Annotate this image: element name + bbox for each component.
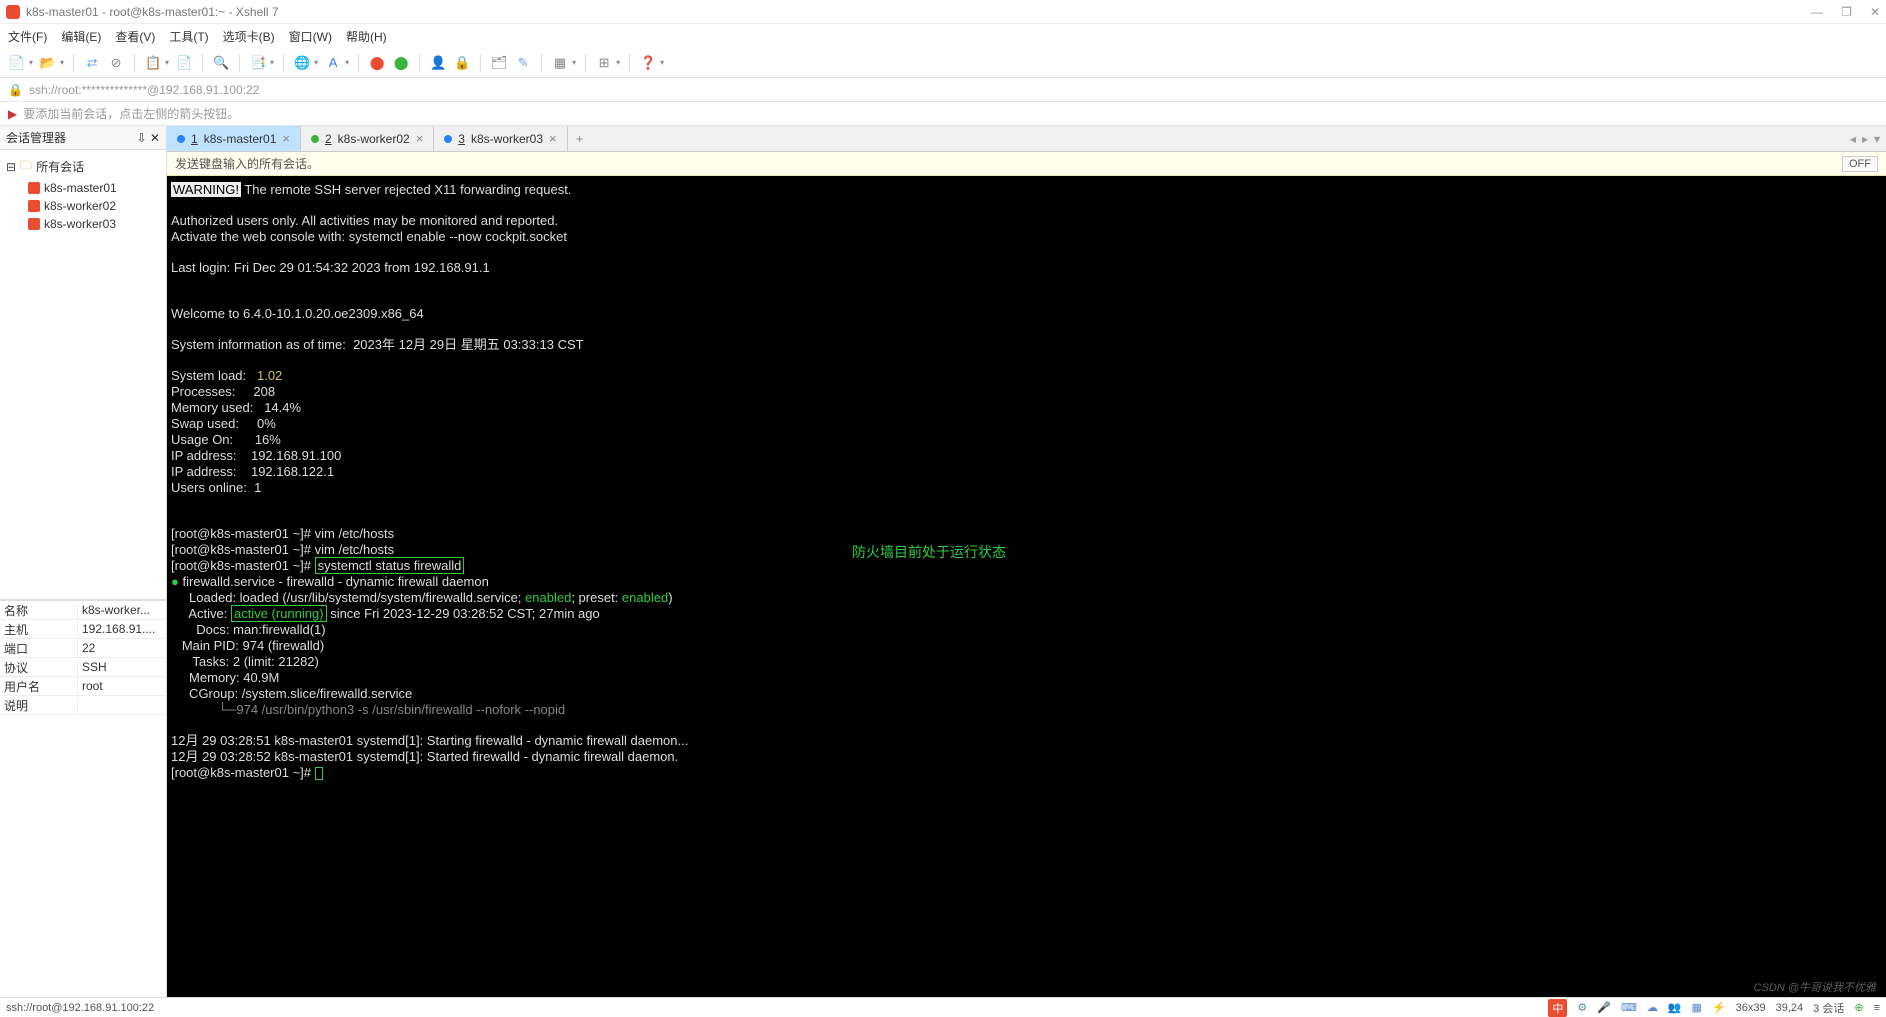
status-bar: ssh://root@192.168.91.100:22 中 ⚙ 🎤 ⌨ ☁ 👥… xyxy=(0,997,1886,1017)
settings-icon[interactable]: ⚡ xyxy=(1712,1001,1726,1014)
warning-tag: WARNING! xyxy=(171,182,241,197)
menu-file[interactable]: 文件(F) xyxy=(8,28,47,45)
bullet-icon: ● xyxy=(171,574,179,589)
tab-menu-icon[interactable]: ▾ xyxy=(1874,132,1880,146)
menu-tools[interactable]: 工具(T) xyxy=(169,28,208,45)
address-text: ssh://root:**************@192.168.91.100… xyxy=(29,83,259,97)
session-count: 3 会话 xyxy=(1813,1000,1844,1016)
watermark: CSDN @牛哥说我不优雅 xyxy=(1754,979,1876,995)
active-status: active (running) xyxy=(231,605,327,622)
tree-item[interactable]: k8s-worker03 xyxy=(0,215,166,233)
close-button[interactable]: ✕ xyxy=(1870,5,1880,19)
reconnect-icon[interactable]: ⇄ xyxy=(83,54,101,72)
menu-bar[interactable]: 文件(F) 编辑(E) 查看(V) 工具(T) 选项卡(B) 窗口(W) 帮助(… xyxy=(0,24,1886,48)
session-manager-header: 会话管理器 ⇩ ✕ xyxy=(0,126,166,150)
broadcast-off-button[interactable]: OFF xyxy=(1842,156,1878,172)
cloud-icon[interactable]: ☁ xyxy=(1647,1001,1658,1014)
grid-icon[interactable]: ▦ xyxy=(1692,1001,1702,1014)
font-icon[interactable]: A xyxy=(324,54,342,72)
status-dot-icon xyxy=(177,135,185,143)
broadcast-bar: 发送键盘输入的所有会话。 OFF xyxy=(167,152,1886,176)
minimize-button[interactable]: — xyxy=(1811,5,1823,19)
security-icon[interactable]: ⚙ xyxy=(1577,1001,1587,1014)
session-tree[interactable]: ⊟ 🗀 所有会话 k8s-master01 k8s-worker02 k8s-w… xyxy=(0,150,166,600)
panel-close-icon[interactable]: ✕ xyxy=(150,131,160,145)
copy-icon[interactable]: 📋 xyxy=(144,54,162,72)
menu-edit[interactable]: 编辑(E) xyxy=(61,28,101,45)
window-title: k8s-master01 - root@k8s-master01:~ - Xsh… xyxy=(26,5,1811,19)
address-bar[interactable]: 🔒 ssh://root:**************@192.168.91.1… xyxy=(0,78,1886,102)
props-icon[interactable]: 📑 xyxy=(249,54,267,72)
lock-small-icon: 🔒 xyxy=(8,83,23,97)
tab-close-icon[interactable]: × xyxy=(549,131,557,146)
disconnect-icon[interactable]: ⊘ xyxy=(107,54,125,72)
keyboard-icon[interactable]: ⌨ xyxy=(1621,1001,1637,1014)
mic-icon[interactable]: 🎤 xyxy=(1597,1001,1611,1014)
tile-icon[interactable]: ▦ xyxy=(551,54,569,72)
user-icon[interactable]: 👤 xyxy=(429,54,447,72)
app-icon xyxy=(6,5,20,19)
tip-bar: ▶ 要添加当前会话，点击左侧的箭头按钮。 xyxy=(0,102,1886,126)
menu-window[interactable]: 窗口(W) xyxy=(289,28,332,45)
menu-view[interactable]: 查看(V) xyxy=(115,28,155,45)
ime-indicator[interactable]: 中 xyxy=(1548,999,1567,1017)
lock-icon[interactable]: 🔒 xyxy=(453,54,471,72)
tab-add-button[interactable]: + xyxy=(568,126,592,151)
search-icon[interactable]: 🔍 xyxy=(212,54,230,72)
globe-icon[interactable]: 🌐 xyxy=(293,54,311,72)
tab-k8s-master01[interactable]: 1 k8s-master01 × xyxy=(167,126,301,151)
add-icon[interactable]: ⊕ xyxy=(1854,1001,1863,1014)
red-circle-icon[interactable]: ⬤ xyxy=(368,54,386,72)
title-bar: k8s-master01 - root@k8s-master01:~ - Xsh… xyxy=(0,0,1886,24)
new-session-icon[interactable]: 📄 xyxy=(8,54,26,72)
open-icon[interactable]: 📂 xyxy=(39,54,57,72)
paste-icon[interactable]: 📄 xyxy=(175,54,193,72)
terminal-size: 36x39 xyxy=(1736,1002,1766,1014)
status-dot-icon xyxy=(444,135,452,143)
session-properties: 名称k8s-worker... 主机192.168.91.... 端口22 协议… xyxy=(0,600,166,715)
host-icon xyxy=(28,218,40,230)
folder2-icon[interactable]: 🗂 xyxy=(490,54,508,72)
tab-k8s-worker03[interactable]: 3 k8s-worker03 × xyxy=(434,126,567,151)
collapse-icon[interactable]: ⊟ xyxy=(6,160,16,174)
tab-left-icon[interactable]: ◂ xyxy=(1850,132,1856,146)
status-connection: ssh://root@192.168.91.100:22 xyxy=(6,1002,154,1014)
layout-icon[interactable]: ⊞ xyxy=(595,54,613,72)
tree-item[interactable]: k8s-worker02 xyxy=(0,197,166,215)
menu-icon[interactable]: ≡ xyxy=(1874,1002,1880,1014)
tree-root[interactable]: ⊟ 🗀 所有会话 xyxy=(0,154,166,179)
users-icon[interactable]: 👥 xyxy=(1668,1001,1682,1014)
toolbar: 📄▾ 📂▾ ⇄ ⊘ 📋▾ 📄 🔍 📑▾ 🌐▾ A▾ ⬤ ⬤ 👤 🔒 🗂 ✎ ▦▾… xyxy=(0,48,1886,78)
host-icon xyxy=(28,182,40,194)
cursor xyxy=(315,767,323,780)
menu-tab[interactable]: 选项卡(B) xyxy=(223,28,275,45)
tab-close-icon[interactable]: × xyxy=(416,131,424,146)
tab-close-icon[interactable]: × xyxy=(282,131,290,146)
pin-icon[interactable]: ⇩ xyxy=(137,131,147,145)
menu-help[interactable]: 帮助(H) xyxy=(346,28,387,45)
session-manager-panel: 会话管理器 ⇩ ✕ ⊟ 🗀 所有会话 k8s-master01 k8s-work… xyxy=(0,126,167,997)
tree-item[interactable]: k8s-master01 xyxy=(0,179,166,197)
help-icon[interactable]: ❓ xyxy=(639,54,657,72)
cursor-position: 39,24 xyxy=(1776,1002,1804,1014)
tab-k8s-worker02[interactable]: 2 k8s-worker02 × xyxy=(301,126,434,151)
highlight-icon[interactable]: ✎ xyxy=(514,54,532,72)
highlighted-command: systemctl status firewalld xyxy=(315,557,465,574)
terminal[interactable]: WARNING! The remote SSH server rejected … xyxy=(167,176,1886,997)
tab-right-icon[interactable]: ▸ xyxy=(1862,132,1868,146)
status-dot-icon xyxy=(311,135,319,143)
folder-icon: 🗀 xyxy=(20,156,32,177)
host-icon xyxy=(28,200,40,212)
flag-icon: ▶ xyxy=(8,107,17,121)
green-circle-icon[interactable]: ⬤ xyxy=(392,54,410,72)
annotation-text: 防火墙目前处于运行状态 xyxy=(852,546,1006,561)
tip-text: 要添加当前会话，点击左侧的箭头按钮。 xyxy=(23,105,239,122)
maximize-button[interactable]: ❐ xyxy=(1841,5,1852,19)
session-tabs: 1 k8s-master01 × 2 k8s-worker02 × 3 k8s-… xyxy=(167,126,1886,152)
